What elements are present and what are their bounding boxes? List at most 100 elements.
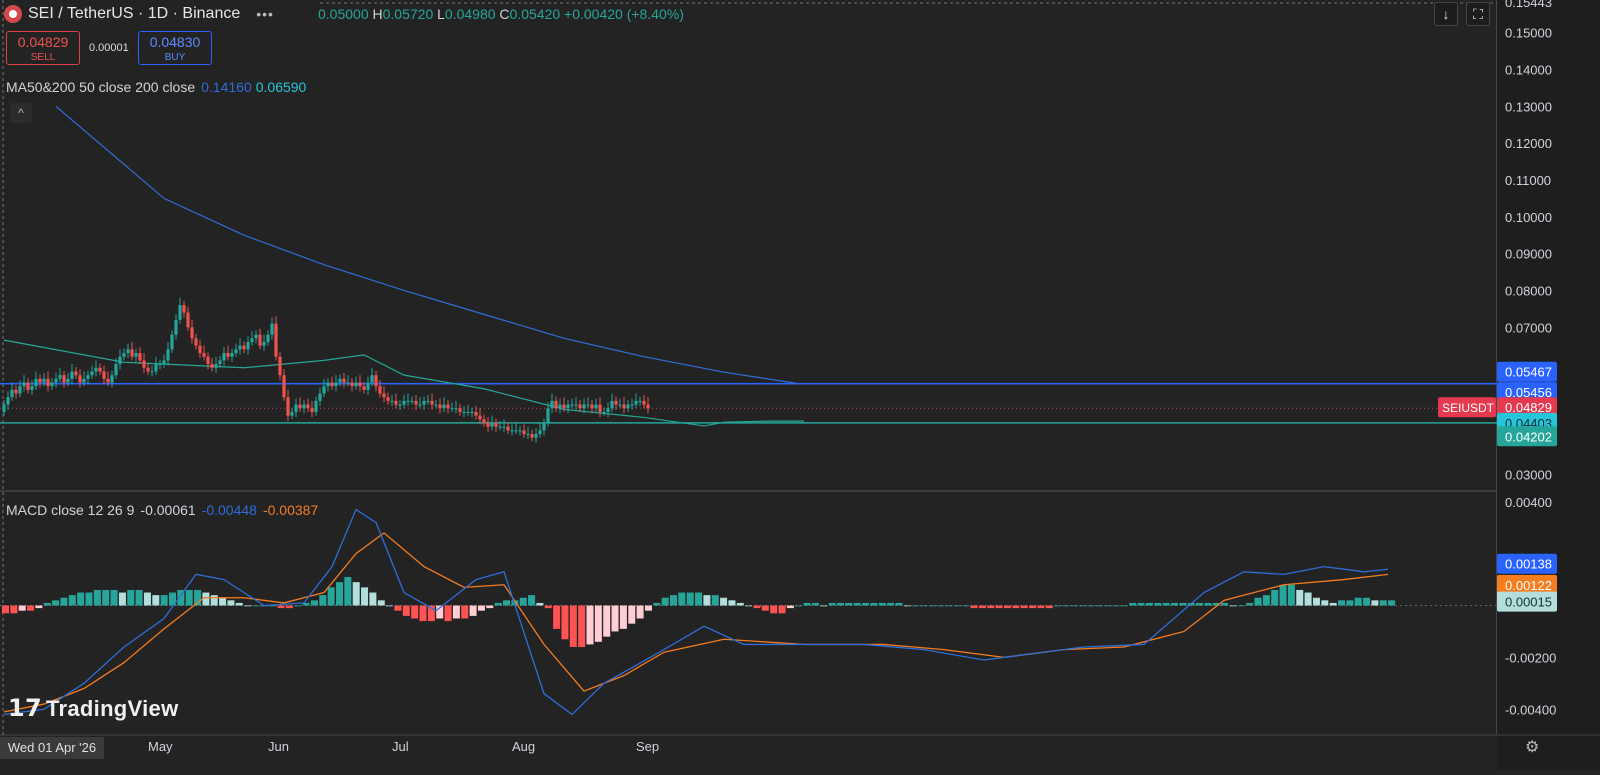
- macd-histogram-bar: [1338, 600, 1345, 606]
- candle-body: [514, 430, 518, 432]
- candles: [2, 297, 650, 443]
- candle-body: [58, 375, 62, 379]
- macd-histogram-bar: [970, 605, 978, 609]
- candle-body: [430, 400, 434, 405]
- candle-body: [266, 334, 270, 342]
- price-chart[interactable]: 0.15000 0.14000 0.13000 0.12000 0.11000 0.100…: [0, 0, 1600, 770]
- candle-body: [646, 404, 650, 409]
- crosshair-date-label: Wed 01 Apr '26: [0, 737, 104, 759]
- time-tick-label: May: [148, 739, 173, 754]
- candle-body: [454, 408, 458, 410]
- macd-histogram-bar: [1129, 602, 1137, 606]
- macd-histogram-bar: [686, 592, 694, 606]
- candle-body: [166, 349, 170, 361]
- tradingview-logo[interactable]: 𝟭𝟳 TradingView: [8, 694, 179, 723]
- candle-body: [578, 404, 582, 409]
- macd-histogram-bar: [594, 605, 602, 642]
- candle-body: [418, 404, 422, 406]
- candle-body: [10, 389, 14, 398]
- candle-body: [302, 404, 306, 409]
- ma200-value: 0.06590: [255, 79, 307, 95]
- ma-legend[interactable]: MA50&200 50 close 200 close 0.14160 0.0659…: [6, 79, 306, 95]
- candle-body: [282, 375, 286, 398]
- low-label: L: [437, 6, 445, 22]
- macd-histogram-bar: [402, 605, 410, 616]
- download-icon[interactable]: ↓: [1434, 2, 1458, 26]
- macd-histogram-bar: [1012, 605, 1020, 609]
- candle-body: [498, 426, 502, 428]
- candle-body: [482, 419, 486, 423]
- macd-histogram-bar: [711, 595, 719, 606]
- collapse-up-icon[interactable]: ^: [10, 103, 32, 123]
- settings-gear-icon[interactable]: ⚙: [1525, 737, 1539, 757]
- candle-body: [198, 345, 202, 354]
- macd-legend[interactable]: MACD close 12 26 9 -0.00061 -0.00448 -0.003…: [6, 502, 318, 518]
- macd-histogram-bar: [728, 600, 736, 606]
- macd-histogram-bar: [978, 605, 986, 609]
- candle-body: [102, 371, 106, 379]
- candle-body: [46, 378, 50, 387]
- macd-histogram-bar: [135, 589, 143, 606]
- candle-body: [134, 353, 138, 357]
- macd-histogram-bar: [60, 597, 68, 606]
- candle-body: [294, 404, 298, 412]
- macd-histogram-bar: [820, 605, 828, 607]
- macd-histogram-bar: [361, 587, 369, 606]
- macd-histogram-bar: [1237, 605, 1245, 607]
- price-tick-label: 0.10000: [1505, 210, 1552, 225]
- candle-body: [82, 378, 86, 383]
- price-tick-label: 0.09000: [1505, 247, 1552, 262]
- candle-body: [478, 415, 482, 420]
- macd-histogram-bar: [536, 602, 544, 606]
- candle-body: [234, 349, 238, 354]
- macd-histogram-bar: [895, 602, 903, 606]
- macd-histogram-bar: [870, 602, 878, 606]
- candle-body: [438, 404, 442, 409]
- macd-histogram-bar: [1196, 602, 1204, 606]
- candle-body: [342, 378, 346, 383]
- fullscreen-icon[interactable]: ⛶: [1466, 2, 1490, 26]
- buy-label: BUY: [164, 52, 186, 63]
- macd-histogram-bar: [653, 602, 661, 606]
- macd-histogram-bar: [987, 605, 995, 609]
- macd-histogram-bar: [1204, 602, 1212, 606]
- macd-histogram-bar: [1062, 605, 1070, 607]
- macd-histogram-bar: [494, 602, 502, 606]
- candle-body: [238, 345, 242, 350]
- macd-histogram-bar: [1162, 602, 1170, 606]
- macd-histogram-bar: [1179, 602, 1187, 606]
- buy-button[interactable]: 0.04830 BUY: [138, 31, 212, 65]
- candle-body: [190, 327, 194, 339]
- macd-value-label: 0.00122: [1505, 578, 1552, 593]
- candle-body: [278, 356, 282, 376]
- ma50-value: 0.14160: [201, 79, 252, 95]
- macd-histogram-bar: [720, 597, 728, 606]
- candle-body: [638, 400, 642, 402]
- candle-body: [50, 382, 54, 387]
- price-tick-label: 0.12000: [1505, 136, 1552, 151]
- candle-body: [94, 367, 98, 372]
- candle-body: [222, 353, 226, 361]
- candle-body: [530, 434, 534, 438]
- macd-histogram-bar: [1329, 602, 1337, 606]
- candle-body: [374, 375, 378, 387]
- candle-body: [86, 375, 90, 379]
- macd-histogram-bar: [327, 587, 335, 606]
- macd-histogram-bar: [703, 595, 711, 606]
- time-tick-label: Jun: [268, 739, 289, 754]
- candle-body: [310, 408, 314, 412]
- candle-body: [130, 349, 134, 357]
- macd-histogram-bar: [160, 595, 168, 606]
- candle-body: [114, 364, 118, 376]
- price-tick-label: 0.11000: [1505, 173, 1551, 188]
- chart-root[interactable]: 0.15000 0.14000 0.13000 0.12000 0.11000 0.100…: [0, 0, 1600, 770]
- symbol-header[interactable]: SEI / TetherUS · 1D · Binance •••: [4, 3, 274, 25]
- macd-histogram-bar: [486, 605, 494, 609]
- sell-button[interactable]: 0.04829 SELL: [6, 31, 80, 65]
- macd-histogram-bar: [1054, 605, 1062, 607]
- macd-histogram-bar: [235, 602, 243, 606]
- macd-histogram-bar: [127, 589, 135, 606]
- more-dots-icon[interactable]: •••: [256, 6, 274, 22]
- macd-histogram-bar: [1354, 597, 1362, 606]
- macd-histogram-bar: [102, 589, 110, 606]
